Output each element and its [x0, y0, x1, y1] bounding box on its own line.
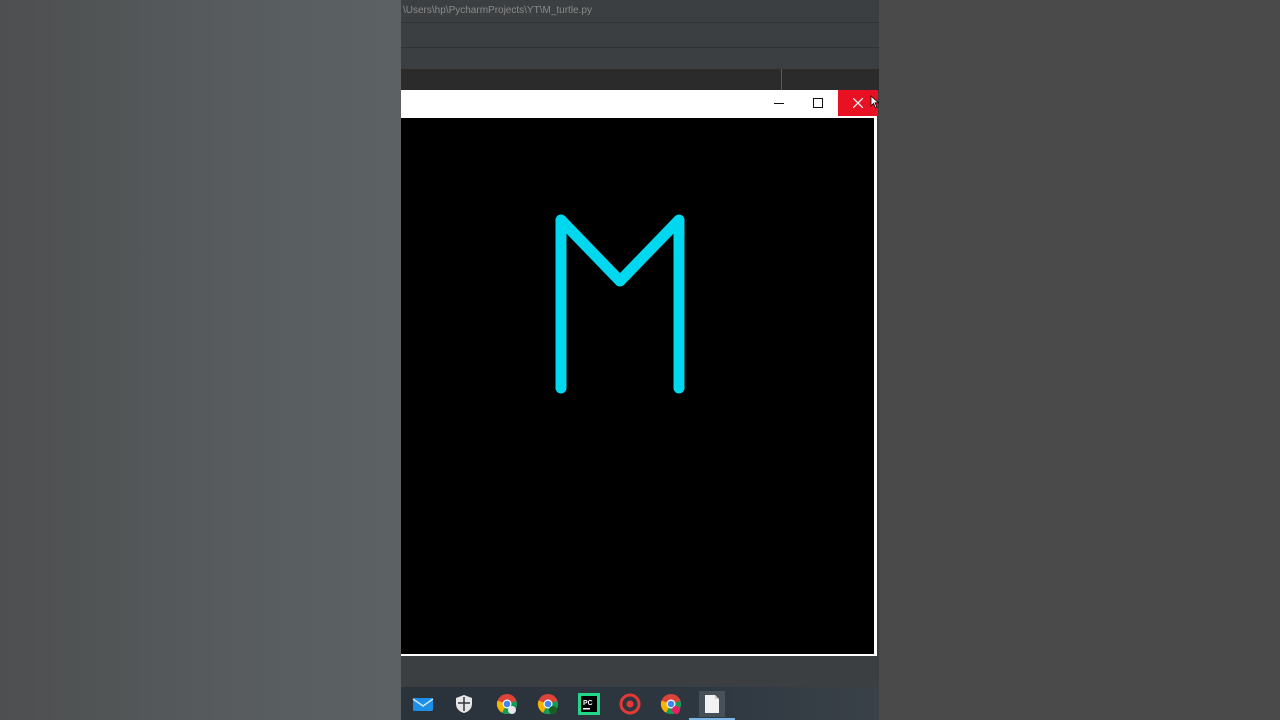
- background-blur-right: [879, 0, 1280, 720]
- mail-icon: [412, 698, 434, 711]
- chrome-profile-button[interactable]: [658, 691, 684, 717]
- screen-area: \Users\hp\PycharmProjects\YT\M_turtle.py: [401, 0, 879, 720]
- pycharm-icon: PC: [578, 693, 600, 715]
- security-button[interactable]: [451, 691, 477, 717]
- ide-toolbar: [401, 23, 879, 48]
- file-path: \Users\hp\PycharmProjects\YT\M_turtle.py: [403, 5, 592, 16]
- turtle-graphics-window: [401, 90, 878, 656]
- chrome-canary-icon: [537, 694, 558, 715]
- maximize-icon: [813, 98, 823, 108]
- chrome-icon: [496, 694, 517, 715]
- background-blur-left: [0, 0, 401, 720]
- file-icon: [705, 695, 719, 713]
- mail-button[interactable]: [410, 691, 436, 717]
- minimize-icon: [774, 103, 784, 104]
- close-icon: [853, 98, 863, 108]
- svg-text:PC: PC: [583, 700, 593, 707]
- file-button[interactable]: [689, 691, 735, 720]
- chrome-button[interactable]: [494, 691, 520, 717]
- record-icon: [619, 693, 641, 715]
- maximize-button[interactable]: [798, 90, 838, 116]
- chrome-canary-button[interactable]: [535, 691, 561, 717]
- mouse-cursor-icon: [870, 95, 879, 109]
- turtle-canvas[interactable]: [401, 118, 874, 654]
- recorder-button[interactable]: [617, 691, 643, 717]
- ide-path-bar: \Users\hp\PycharmProjects\YT\M_turtle.py: [401, 0, 879, 23]
- letter-m-stroke: [555, 214, 685, 394]
- minimize-button[interactable]: [759, 90, 799, 116]
- taskbar: PC: [401, 687, 879, 720]
- tab-divider: [781, 69, 782, 91]
- shield-icon: [456, 695, 472, 713]
- pycharm-button[interactable]: PC: [576, 691, 602, 717]
- chrome-profile-icon: [660, 694, 681, 715]
- ide-tab-strip: [401, 69, 879, 91]
- window-titlebar[interactable]: [401, 90, 878, 116]
- letter-m-drawing: [555, 214, 685, 394]
